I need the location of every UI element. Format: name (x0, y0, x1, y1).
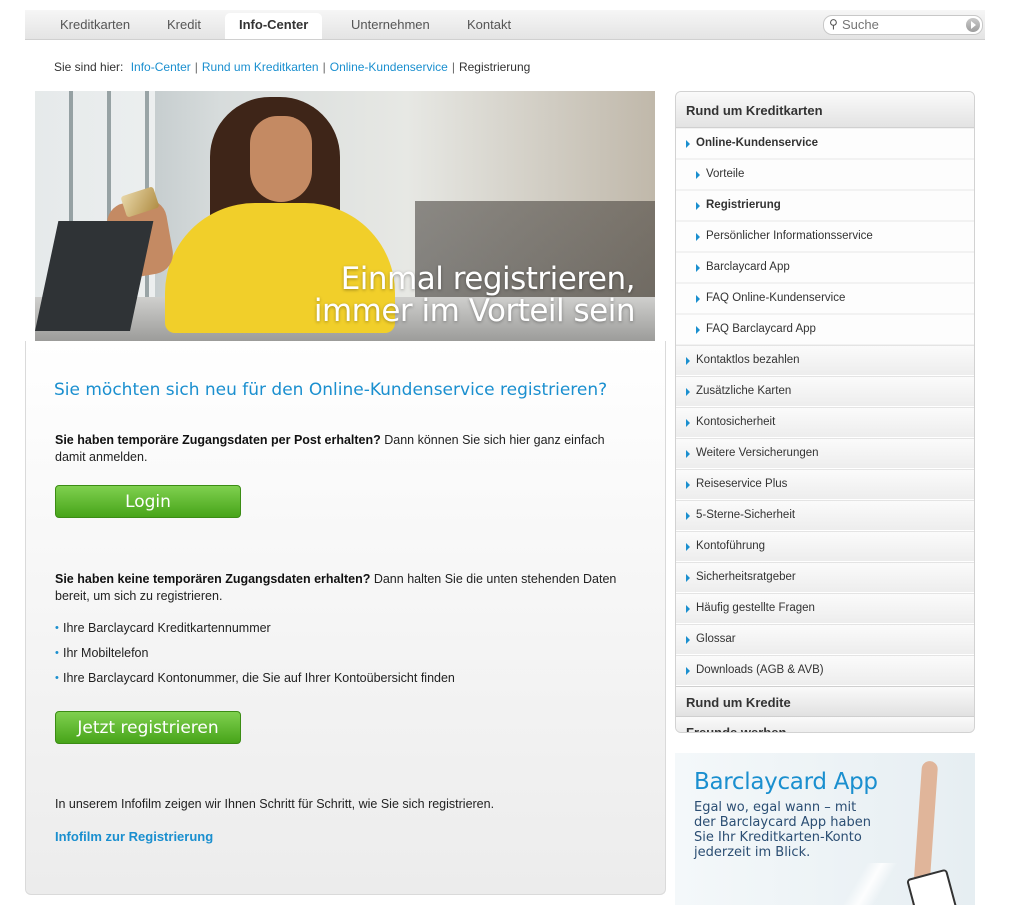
sidebar-navigation: Rund um Kreditkarten Online-Kundenservic… (675, 91, 975, 733)
arrow-right-icon (686, 388, 690, 396)
sidebar-item-downloads[interactable]: Downloads (AGB & AVB) (676, 655, 974, 686)
sidebar-item-zusaetzliche-karten[interactable]: Zusätzliche Karten (676, 376, 974, 407)
tab-kreditkarten[interactable]: Kreditkarten (60, 10, 130, 39)
breadcrumb-current: Registrierung (458, 60, 531, 74)
sidebar-item-label: Persönlicher Informationsservice (706, 230, 873, 242)
arrow-right-icon (696, 326, 700, 334)
arrow-right-icon (696, 233, 700, 241)
arrow-right-icon (696, 264, 700, 272)
sidebar-item-label: Kontoführung (696, 540, 766, 552)
arrow-right-icon (696, 171, 700, 179)
hero-person-face (250, 116, 312, 202)
list-item: Ihre Barclaycard Kontonummer, die Sie au… (55, 670, 455, 695)
sidebar-item-label: Barclaycard App (706, 261, 790, 273)
sidebar-item-label: Online-Kundenservice (696, 137, 819, 149)
breadcrumb-link-info-center[interactable]: Info-Center (131, 60, 191, 74)
hero-headline-line1: Einmal registrieren, (340, 261, 636, 297)
sidebar-item-glossar[interactable]: Glossar (676, 624, 974, 655)
breadcrumb: Sie sind hier: Info-Center | Rund um Kredi… (54, 60, 530, 74)
list-item: Ihre Barclaycard Kreditkartennummer (55, 620, 455, 645)
sidebar-item-registrierung[interactable]: Registrierung (676, 190, 974, 221)
sidebar-item-faq-barclaycard-app[interactable]: FAQ Barclaycard App (676, 314, 974, 345)
hero-headline: Einmal registrieren, immer im Vorteil se… (313, 261, 636, 329)
sidebar-item-faq-online-kundenservice[interactable]: FAQ Online-Kundenservice (676, 283, 974, 314)
promo-title: Barclaycard App (694, 769, 878, 795)
sidebar-item-label: Downloads (AGB & AVB) (696, 664, 824, 676)
sidebar-item-label: FAQ Barclaycard App (706, 323, 816, 335)
breadcrumb-link-rund-um-kreditkarten[interactable]: Rund um Kreditkarten (202, 60, 319, 74)
promo-text: Egal wo, egal wann – mit der Barclaycard… (694, 800, 871, 860)
arrow-right-icon (696, 295, 700, 303)
sidebar-item-label: Kontaktlos bezahlen (696, 354, 800, 366)
breadcrumb-prefix: Sie sind hier: (54, 60, 124, 74)
register-button[interactable]: Jetzt registrieren (55, 711, 241, 744)
arrow-right-icon (686, 605, 690, 613)
search-submit-icon[interactable] (966, 18, 980, 32)
arrow-right-icon (696, 202, 700, 210)
sidebar-item-label: Häufig gestellte Fragen (696, 602, 815, 614)
paragraph-temporary-credentials: Sie haben temporäre Zugangsdaten per Pos… (55, 432, 635, 466)
sidebar-item-label: Registrierung (706, 199, 781, 211)
paragraph-no-credentials: Sie haben keine temporären Zugangsdaten … (55, 571, 635, 605)
arrow-right-icon (686, 450, 690, 458)
sidebar-item-reiseservice-plus[interactable]: Reiseservice Plus (676, 469, 974, 500)
sidebar-item-label: FAQ Online-Kundenservice (706, 292, 846, 304)
login-button[interactable]: Login (55, 485, 241, 518)
arrow-right-icon (686, 140, 690, 148)
arrow-right-icon (686, 574, 690, 582)
sidebar-header[interactable]: Rund um Kreditkarten (676, 92, 974, 128)
sidebar-item-label: Zusätzliche Karten (696, 385, 792, 397)
breadcrumb-link-online-kundenservice[interactable]: Online-Kundenservice (330, 60, 448, 74)
tab-kredit[interactable]: Kredit (167, 10, 201, 39)
search-box: ⚲ (823, 15, 983, 35)
paragraph-infofilm: In unserem Infofilm zeigen wir Ihnen Sch… (55, 797, 495, 811)
sidebar-item-label: 5-Sterne-Sicherheit (696, 509, 796, 521)
arrow-right-icon (686, 636, 690, 644)
search-icon: ⚲ (829, 17, 838, 31)
sidebar-item-label: Weitere Versicherungen (696, 447, 819, 459)
sidebar-item-label: Vorteile (706, 168, 745, 180)
sidebar-item-5-sterne-sicherheit[interactable]: 5-Sterne-Sicherheit (676, 500, 974, 531)
arrow-right-icon (686, 419, 690, 427)
tab-unternehmen[interactable]: Unternehmen (351, 10, 430, 39)
sidebar-item-weitere-versicherungen[interactable]: Weitere Versicherungen (676, 438, 974, 469)
list-item: Ihr Mobiltelefon (55, 645, 455, 670)
top-navigation: Kreditkarten Kredit Info-Center Unterneh… (25, 10, 985, 40)
breadcrumb-separator: | (194, 60, 198, 74)
arrow-right-icon (686, 512, 690, 520)
arrow-right-icon (686, 543, 690, 551)
requirements-list: Ihre Barclaycard Kreditkartennummer Ihr … (55, 620, 455, 695)
sidebar-item-informationsservice[interactable]: Persönlicher Informationsservice (676, 221, 974, 252)
sidebar-item-barclaycard-app[interactable]: Barclaycard App (676, 252, 974, 283)
sidebar-section-rund-um-kredite[interactable]: Rund um Kredite (676, 686, 974, 716)
sidebar-item-kontosicherheit[interactable]: Kontosicherheit (676, 407, 974, 438)
sidebar-item-label: Reiseservice Plus (696, 478, 788, 490)
page-title: Sie möchten sich neu für den Online-Kund… (54, 380, 608, 400)
paragraph-temporary-credentials-bold: Sie haben temporäre Zugangsdaten per Pos… (55, 433, 381, 447)
infofilm-link[interactable]: Infofilm zur Registrierung (55, 829, 213, 844)
sidebar-item-sicherheitsratgeber[interactable]: Sicherheitsratgeber (676, 562, 974, 593)
arrow-right-icon (686, 357, 690, 365)
sidebar-item-online-kundenservice[interactable]: Online-Kundenservice (676, 128, 974, 159)
sidebar-item-label: Kontosicherheit (696, 416, 776, 428)
barclaycard-app-promo[interactable]: Barclaycard App Egal wo, egal wann – mit… (675, 753, 975, 905)
arrow-right-icon (686, 667, 690, 675)
sidebar-item-vorteile[interactable]: Vorteile (676, 159, 974, 190)
hero-headline-line2: immer im Vorteil sein (313, 293, 636, 329)
breadcrumb-separator: | (322, 60, 326, 74)
sidebar-item-haeufig-gestellte-fragen[interactable]: Häufig gestellte Fragen (676, 593, 974, 624)
sidebar-item-label: Sicherheitsratgeber (696, 571, 796, 583)
sidebar-section-freunde-werben[interactable]: Freunde werben (676, 716, 974, 732)
tab-info-center[interactable]: Info-Center (225, 13, 323, 39)
sidebar-item-label: Glossar (696, 633, 736, 645)
search-input[interactable] (842, 17, 957, 32)
breadcrumb-separator: | (451, 60, 455, 74)
tab-kontakt[interactable]: Kontakt (467, 10, 511, 39)
hero-banner: Einmal registrieren, immer im Vorteil se… (35, 91, 655, 341)
arrow-right-icon (686, 481, 690, 489)
paragraph-no-credentials-bold: Sie haben keine temporären Zugangsdaten … (55, 572, 371, 586)
sidebar-item-kontofuehrung[interactable]: Kontoführung (676, 531, 974, 562)
sidebar-item-kontaktlos-bezahlen[interactable]: Kontaktlos bezahlen (676, 345, 974, 376)
